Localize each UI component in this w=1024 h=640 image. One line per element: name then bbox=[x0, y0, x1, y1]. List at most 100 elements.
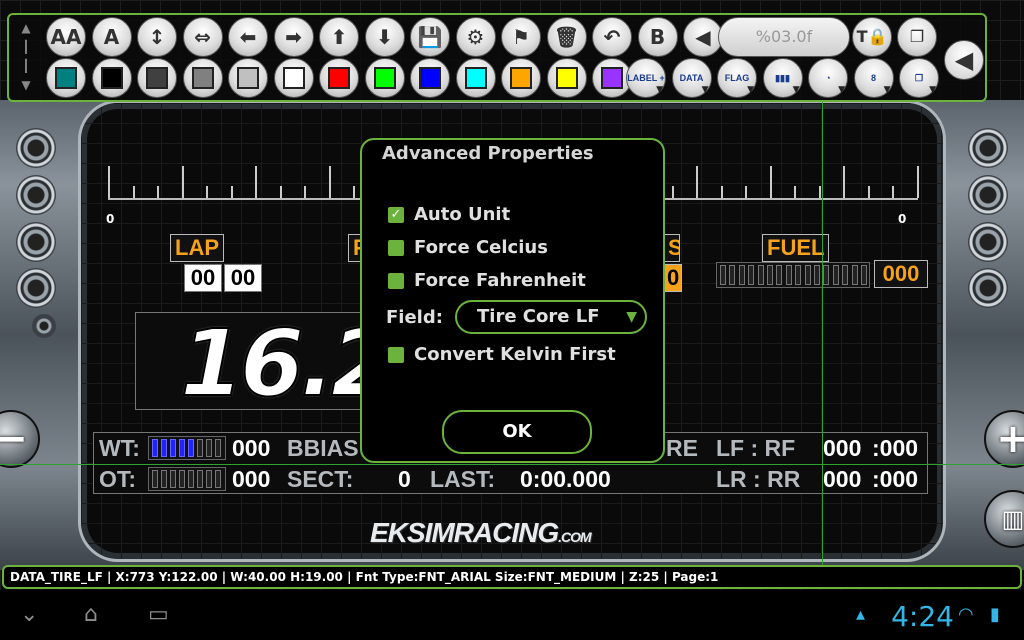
bar-segment bbox=[785, 265, 792, 285]
tire-label[interactable]: RE bbox=[666, 433, 698, 463]
arrow-up-button[interactable]: ⬆ bbox=[319, 17, 359, 57]
fuel-bar[interactable] bbox=[716, 262, 870, 288]
lap-label[interactable]: LAP bbox=[170, 234, 224, 262]
wt-value[interactable]: 000 bbox=[232, 433, 270, 463]
scale-tick bbox=[230, 186, 233, 198]
color-swatch-button[interactable] bbox=[319, 58, 359, 98]
lap-value-1[interactable]: 00 bbox=[184, 264, 222, 292]
color-swatch-button[interactable] bbox=[410, 58, 450, 98]
chevron-down-icon: ▼ bbox=[656, 85, 663, 95]
bar-segment bbox=[215, 470, 221, 488]
sect-label[interactable]: SECT: bbox=[287, 464, 353, 494]
field-select[interactable]: Tire Core LF ▼ bbox=[455, 300, 647, 334]
scale-tick bbox=[867, 186, 870, 198]
system-clock: 4:24 bbox=[891, 600, 954, 633]
save-icon: 💾 bbox=[417, 25, 443, 49]
s-label[interactable]: S bbox=[664, 234, 680, 262]
color-swatch-button[interactable] bbox=[364, 58, 405, 98]
ok-button[interactable]: OK bbox=[442, 410, 592, 454]
knob-left-1 bbox=[16, 128, 56, 168]
settings-gear-button[interactable]: ⚙ bbox=[455, 17, 496, 57]
font-large-button[interactable]: A bbox=[91, 17, 132, 57]
sect-value[interactable]: 0 bbox=[398, 464, 411, 494]
auto-unit-checkbox[interactable]: ✓ bbox=[388, 206, 404, 223]
tire-rr-value[interactable]: :000 bbox=[872, 464, 918, 494]
bar-segment bbox=[757, 265, 764, 285]
arrow-left-button[interactable]: ⬅ bbox=[228, 17, 268, 57]
digit-widget-button[interactable]: 8 ▼ bbox=[853, 58, 894, 98]
resize-vertical-button[interactable]: ↕ bbox=[137, 17, 177, 57]
ot-bar[interactable] bbox=[148, 467, 226, 491]
force-fahrenheit-checkbox[interactable] bbox=[388, 272, 404, 289]
force-celcius-option[interactable]: Force Celcius bbox=[388, 237, 548, 258]
bar-segment bbox=[206, 470, 212, 488]
page-button[interactable]: B bbox=[637, 17, 678, 57]
layer-button[interactable]: ❐ bbox=[897, 17, 937, 57]
bar-segment bbox=[776, 265, 783, 285]
auto-unit-option[interactable]: ✓ Auto Unit bbox=[388, 204, 510, 225]
home-icon[interactable]: ⌂ bbox=[84, 604, 98, 626]
bar-widget-button[interactable]: ▮▮▮ ▼ bbox=[762, 58, 803, 98]
arrow-right-button[interactable]: ➡ bbox=[273, 17, 314, 57]
flag-button[interactable]: ⚑ bbox=[501, 17, 541, 57]
color-swatch-button[interactable] bbox=[501, 58, 541, 98]
knob-left-4 bbox=[16, 268, 56, 308]
tire-lr-value[interactable]: 000 bbox=[823, 464, 861, 494]
resize-horizontal-button[interactable]: ⇔ bbox=[182, 17, 223, 57]
arrow-down-button[interactable]: ⬇ bbox=[364, 17, 405, 57]
save-button[interactable]: 💾 bbox=[410, 17, 450, 57]
bar-segment bbox=[152, 439, 158, 457]
scale-tick bbox=[181, 166, 184, 198]
color-swatch-button[interactable] bbox=[455, 58, 496, 98]
last-value[interactable]: 0:00.000 bbox=[520, 464, 611, 494]
font-small-button[interactable]: AA bbox=[46, 17, 86, 57]
gauge-widget-button[interactable]: ◔ ▼ bbox=[808, 58, 848, 98]
scale-tick bbox=[769, 166, 772, 198]
force-celcius-checkbox[interactable] bbox=[388, 239, 404, 256]
color-swatch-button[interactable] bbox=[91, 58, 132, 98]
undo-button[interactable]: ↶ bbox=[592, 17, 632, 57]
back-icon[interactable]: ⌄ bbox=[20, 604, 38, 626]
lf-rf-label[interactable]: LF : RF bbox=[716, 433, 795, 463]
alignment-guide-horizontal bbox=[0, 464, 1024, 465]
bar-widget-icon: ▮▮▮ bbox=[775, 73, 790, 83]
tire-lf-value[interactable]: 000 bbox=[823, 433, 861, 463]
resize-vertical-icon: ↕ bbox=[148, 25, 166, 49]
force-fahrenheit-option[interactable]: Force Fahrenheit bbox=[388, 270, 586, 291]
lap-value-2[interactable]: 00 bbox=[224, 264, 262, 292]
s-value[interactable]: 0 bbox=[664, 264, 682, 292]
wt-bar[interactable] bbox=[148, 436, 226, 460]
color-swatch-button[interactable] bbox=[46, 58, 86, 98]
advanced-properties-dialog: Advanced Properties ✓ Auto Unit Force Cel… bbox=[360, 138, 665, 463]
ot-value[interactable]: 000 bbox=[232, 464, 270, 494]
fuel-value[interactable]: 000 bbox=[874, 260, 928, 288]
text-lock-button[interactable]: T🔒 bbox=[852, 17, 892, 57]
color-swatch-button[interactable] bbox=[137, 58, 177, 98]
convert-kelvin-option[interactable]: Convert Kelvin First bbox=[388, 344, 616, 365]
convert-kelvin-checkbox[interactable] bbox=[388, 346, 404, 363]
color-swatch-button[interactable] bbox=[546, 58, 587, 98]
fuel-label[interactable]: FUEL bbox=[762, 234, 830, 262]
data-button[interactable]: DATA ▼ bbox=[671, 58, 712, 98]
toolbar-drag-handle[interactable]: ▲ ┃ ┃ ▼ bbox=[13, 19, 39, 99]
recents-icon[interactable]: ▭ bbox=[148, 604, 169, 626]
duplicate-button[interactable]: ❐ ▼ bbox=[899, 58, 939, 98]
plus-icon: + bbox=[996, 416, 1024, 462]
ot-label[interactable]: OT: bbox=[99, 464, 136, 494]
last-label[interactable]: LAST: bbox=[430, 464, 495, 494]
flag-widget-button[interactable]: FLAG ▼ bbox=[717, 58, 757, 98]
rewind-button[interactable]: ◀ bbox=[683, 17, 723, 57]
font-large-icon: A bbox=[103, 25, 120, 49]
battery-icon: ▮ bbox=[990, 604, 1000, 625]
label-add-button[interactable]: LABEL + ▼ bbox=[626, 58, 666, 98]
bbias-label[interactable]: BBIAS bbox=[287, 433, 359, 463]
trash-button[interactable]: 🗑 bbox=[546, 17, 587, 57]
color-swatch-button[interactable] bbox=[182, 58, 223, 98]
wt-label[interactable]: WT: bbox=[99, 433, 140, 463]
lr-rr-label[interactable]: LR : RR bbox=[716, 464, 800, 494]
color-swatch-button[interactable] bbox=[273, 58, 314, 98]
color-swatch-button[interactable] bbox=[228, 58, 268, 98]
format-string-field[interactable]: %03.0f bbox=[718, 17, 850, 57]
toolbar-collapse-button[interactable]: ◀ bbox=[944, 40, 984, 80]
tire-rf-value[interactable]: :000 bbox=[872, 433, 918, 463]
